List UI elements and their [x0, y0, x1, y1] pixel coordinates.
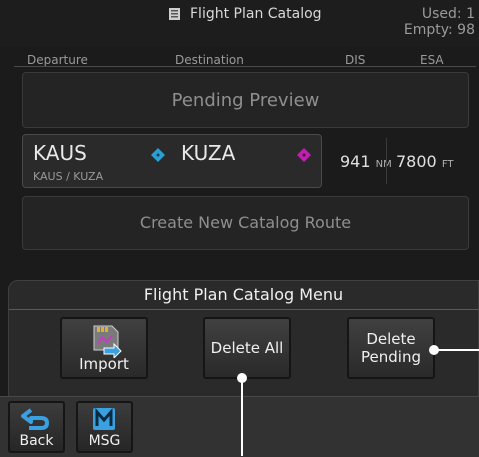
import-label: Import [79, 355, 129, 373]
delete-pending-line2: Pending [361, 348, 421, 366]
menu-divider [9, 309, 478, 310]
destination-waypoint-icon [297, 148, 311, 162]
callout-line-delete-pending [436, 349, 479, 351]
route-identifier: KAUS / KUZA [33, 170, 104, 183]
column-header-destination: Destination [175, 53, 244, 67]
back-label: Back [19, 433, 54, 449]
column-header-departure: Departure [27, 53, 88, 67]
delete-all-button[interactable]: Delete All [203, 317, 291, 379]
callout-line-delete-all [241, 380, 243, 456]
sd-card-import-icon [93, 325, 122, 358]
route-select-button[interactable]: KAUS KUZA KAUS / KUZA [22, 134, 322, 188]
route-departure: KAUS [33, 141, 87, 165]
esa-unit: FT [441, 159, 454, 170]
create-route-label: Create New Catalog Route [139, 213, 352, 232]
catalog-book-icon [169, 8, 180, 20]
create-new-catalog-route-button[interactable]: Create New Catalog Route [22, 196, 469, 250]
import-button[interactable]: Import [60, 317, 148, 379]
msg-button[interactable]: MSG [76, 401, 133, 453]
column-divider [14, 66, 476, 67]
page-title-group: Flight Plan Catalog [168, 6, 322, 22]
page-title: Flight Plan Catalog [190, 6, 322, 22]
catalog-route-row: KAUS KUZA KAUS / KUZA 941 NM 7800 FT [22, 134, 472, 190]
menu-title: Flight Plan Catalog Menu [143, 285, 344, 304]
delete-pending-button[interactable]: Delete Pending [347, 317, 435, 379]
header-bar: Flight Plan Catalog Used: 1 Empty: 98 [0, 0, 479, 46]
column-separator [386, 138, 387, 184]
delete-pending-line1: Delete [366, 330, 416, 348]
bottom-button-bar: Back MSG [0, 396, 479, 457]
message-icon [93, 408, 115, 430]
pending-preview-button[interactable]: Pending Preview [22, 72, 469, 128]
flight-plan-catalog-screen: Flight Plan Catalog Used: 1 Empty: 98 De… [0, 0, 479, 457]
esa-value: 7800 [396, 152, 437, 171]
delete-pending-label: Delete Pending [349, 330, 433, 366]
route-distance: 941 NM [340, 152, 392, 171]
back-button[interactable]: Back [8, 401, 65, 453]
route-destination: KUZA [181, 141, 236, 165]
storage-status: Used: 1 Empty: 98 [404, 6, 475, 38]
delete-all-label: Delete All [210, 339, 284, 357]
distance-value: 941 [340, 152, 371, 171]
empty-count: Empty: 98 [403, 22, 475, 38]
column-header-dis: DIS [345, 53, 366, 67]
msg-label: MSG [88, 433, 121, 449]
departure-waypoint-icon [151, 148, 165, 162]
route-esa: 7800 FT [396, 152, 454, 171]
pending-preview-label: Pending Preview [171, 90, 320, 111]
used-count: Used: 1 [421, 6, 475, 22]
back-arrow-icon [21, 408, 49, 430]
distance-unit: NM [375, 159, 392, 170]
column-header-esa: ESA [420, 53, 444, 67]
